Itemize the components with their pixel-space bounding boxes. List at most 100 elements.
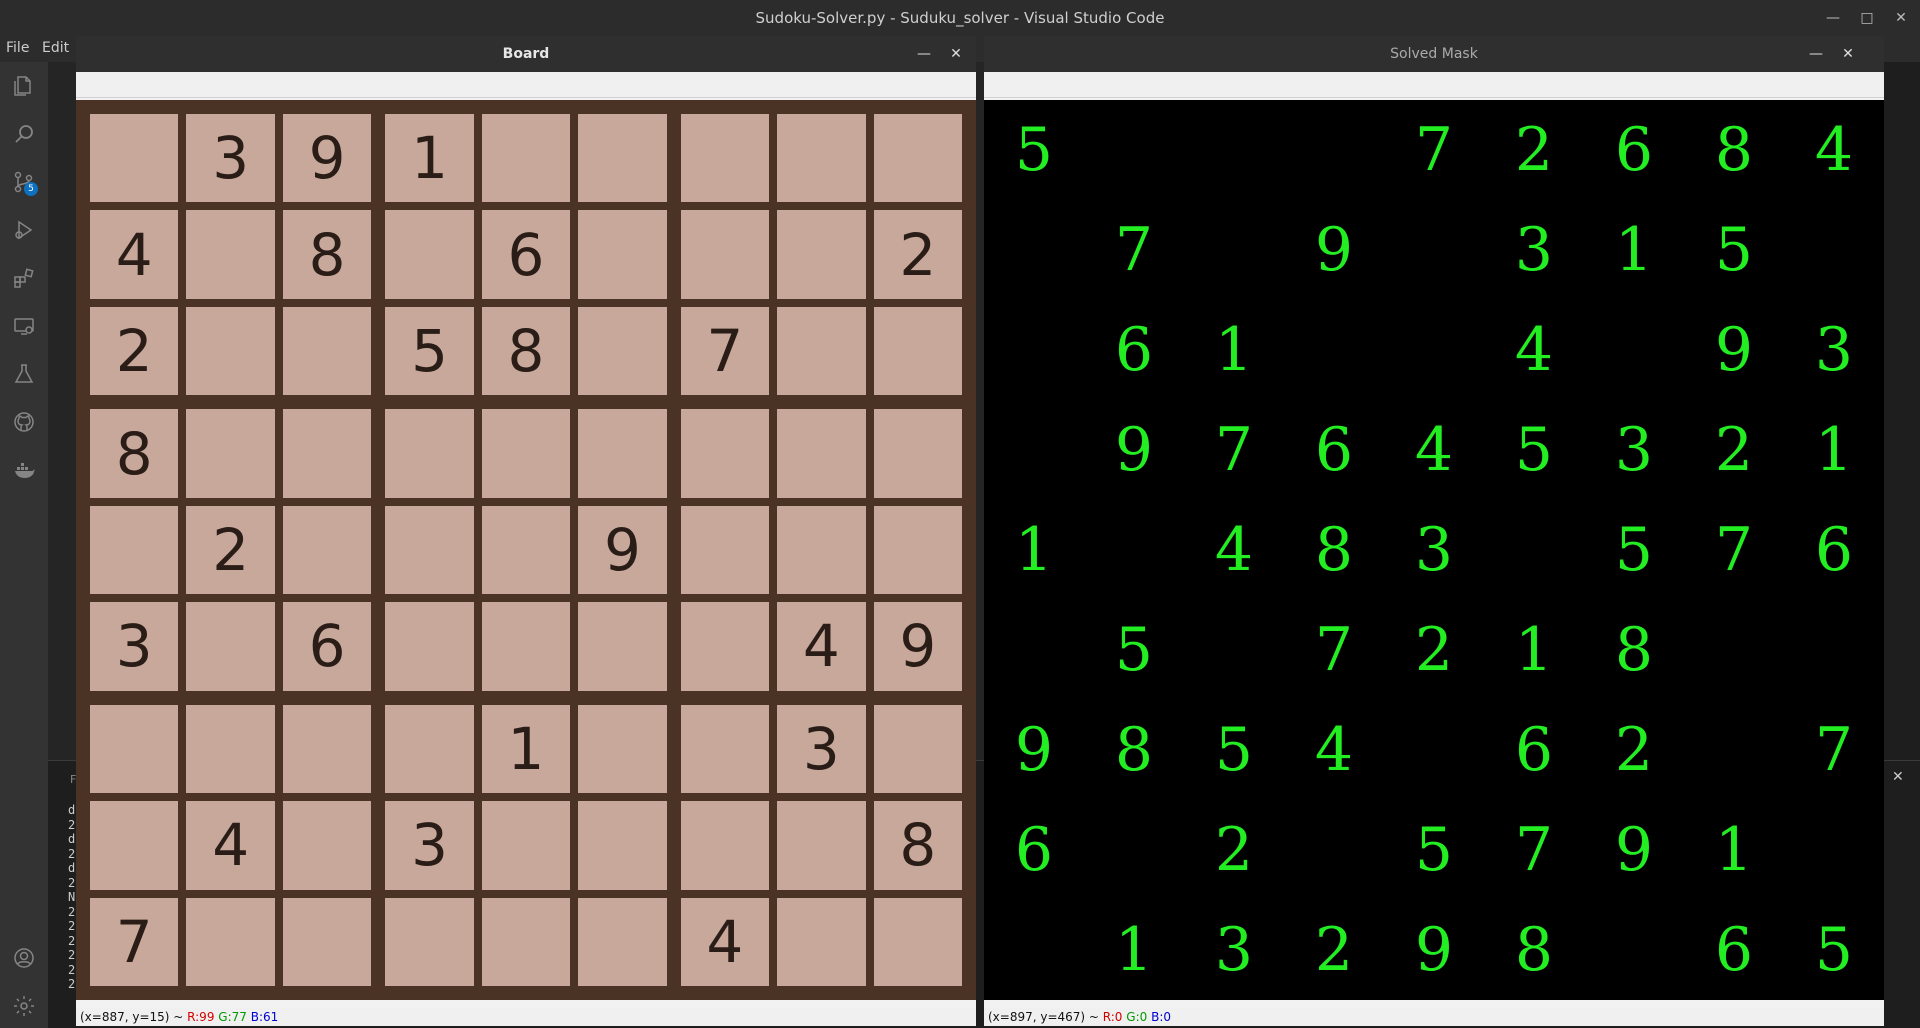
menu-edit[interactable]: Edit (42, 40, 69, 56)
mask-digit (984, 300, 1084, 400)
mask-digit: 3 (1614, 415, 1654, 485)
board-cell: 2 (873, 210, 962, 299)
board-window-title-bar[interactable]: Board (76, 36, 976, 72)
account-icon[interactable] (8, 942, 40, 974)
mask-digit: 2 (1414, 615, 1454, 685)
mask-digit (1284, 800, 1384, 900)
mask-toolbar (984, 72, 1884, 98)
board-minimize-icon[interactable]: — (910, 36, 938, 72)
solved-mask-window: Solved Mask — ✕ 572684793156149397645321… (984, 36, 1884, 1026)
board-cell (777, 505, 866, 595)
board-status-coords: (x=887, y=15) ~ (80, 1010, 188, 1024)
terminal-line: 2 (68, 817, 76, 832)
mask-digit: 5 (1414, 815, 1454, 885)
maximize-icon[interactable]: □ (1850, 0, 1884, 36)
github-icon[interactable] (8, 406, 40, 438)
board-cell (777, 114, 866, 203)
board-cell: 4 (90, 210, 179, 299)
board-cell: 4 (186, 801, 275, 890)
board-cell (578, 210, 667, 299)
board-cell (578, 306, 667, 396)
mask-digit: 4 (1414, 415, 1454, 485)
terminal-line: 2 (68, 846, 76, 861)
mask-digit (1484, 500, 1584, 600)
board-cell (481, 114, 571, 203)
board-cell (385, 704, 474, 794)
board-cell (90, 801, 179, 890)
mask-digit (1584, 900, 1684, 1000)
mask-digit: 6 (1714, 915, 1754, 985)
testing-icon[interactable] (8, 358, 40, 390)
mask-digit (1184, 200, 1284, 300)
run-debug-icon[interactable] (8, 214, 40, 246)
mask-digit: 4 (1214, 515, 1254, 585)
board-cell (481, 505, 571, 595)
panel-close-icon[interactable]: ✕ (1892, 769, 1904, 785)
board-cell (481, 897, 571, 986)
board-toolbar (76, 72, 976, 98)
board-window: Board — ✕ 3914862258782936491343874 (x=8… (76, 36, 976, 1026)
mask-digit: 7 (1114, 215, 1154, 285)
board-close-icon[interactable]: ✕ (942, 36, 970, 72)
mask-minimize-icon[interactable]: — (1802, 36, 1830, 72)
mask-digit: 3 (1414, 515, 1454, 585)
board-cell: 5 (385, 306, 474, 396)
extensions-icon[interactable] (8, 262, 40, 294)
board-cell: 1 (481, 704, 571, 794)
board-cell (873, 114, 962, 203)
board-status-r: R:99 (187, 1010, 215, 1024)
board-cell (680, 704, 770, 794)
board-cell: 6 (481, 210, 571, 299)
mask-digit: 1 (1714, 815, 1754, 885)
board-cell: 3 (777, 704, 866, 794)
mask-digit: 1 (1614, 215, 1654, 285)
mask-digit: 4 (1814, 115, 1854, 185)
terminal-line: 2 (68, 948, 76, 962)
files-icon[interactable] (8, 70, 40, 102)
minimize-icon[interactable]: — (1816, 0, 1850, 36)
menu-file[interactable]: File (6, 40, 29, 56)
mask-digit: 1 (1514, 615, 1554, 685)
mask-digit: 9 (1714, 315, 1754, 385)
mask-digit: 5 (1114, 615, 1154, 685)
mask-digit: 1 (1814, 415, 1854, 485)
mask-status-bar: (x=897, y=467) ~ R:0 G:0 B:0 (984, 1008, 1884, 1026)
board-status-b: B:61 (250, 1010, 279, 1024)
board-cell (186, 306, 275, 396)
mask-digit: 6 (1114, 315, 1154, 385)
mask-digit (1684, 600, 1784, 700)
close-icon[interactable]: ✕ (1884, 0, 1918, 36)
board-cell (186, 210, 275, 299)
board-cell: 3 (186, 114, 275, 203)
mask-digit (1784, 800, 1884, 900)
remote-explorer-icon[interactable] (8, 310, 40, 342)
board-cell: 4 (680, 897, 770, 986)
settings-gear-icon[interactable] (8, 990, 40, 1022)
mask-digit (1784, 200, 1884, 300)
mask-window-title-bar[interactable]: Solved Mask (984, 36, 1884, 72)
terminal-line: 2 (68, 875, 76, 890)
board-cell: 3 (385, 801, 474, 890)
board-cell (873, 704, 962, 794)
source-control-icon[interactable]: 5 (8, 166, 40, 198)
board-cell: 3 (90, 602, 179, 691)
mask-digit: 2 (1514, 115, 1554, 185)
mask-digit: 3 (1514, 215, 1554, 285)
mask-digit: 2 (1614, 715, 1654, 785)
mask-digit: 9 (1314, 215, 1354, 285)
mask-digit (1384, 700, 1484, 800)
mask-digit: 1 (1014, 515, 1054, 585)
board-cell (680, 602, 770, 691)
docker-icon[interactable] (8, 454, 40, 486)
board-cell: 9 (873, 602, 962, 691)
board-cell: 6 (282, 602, 372, 691)
mask-close-icon[interactable]: ✕ (1834, 36, 1862, 72)
board-cell (578, 704, 667, 794)
board-cell (186, 704, 275, 794)
board-cell (680, 409, 770, 498)
mask-digit (984, 200, 1084, 300)
mask-digit (1084, 800, 1184, 900)
board-cell (186, 409, 275, 498)
search-icon[interactable] (8, 118, 40, 150)
board-cell: 7 (680, 306, 770, 396)
